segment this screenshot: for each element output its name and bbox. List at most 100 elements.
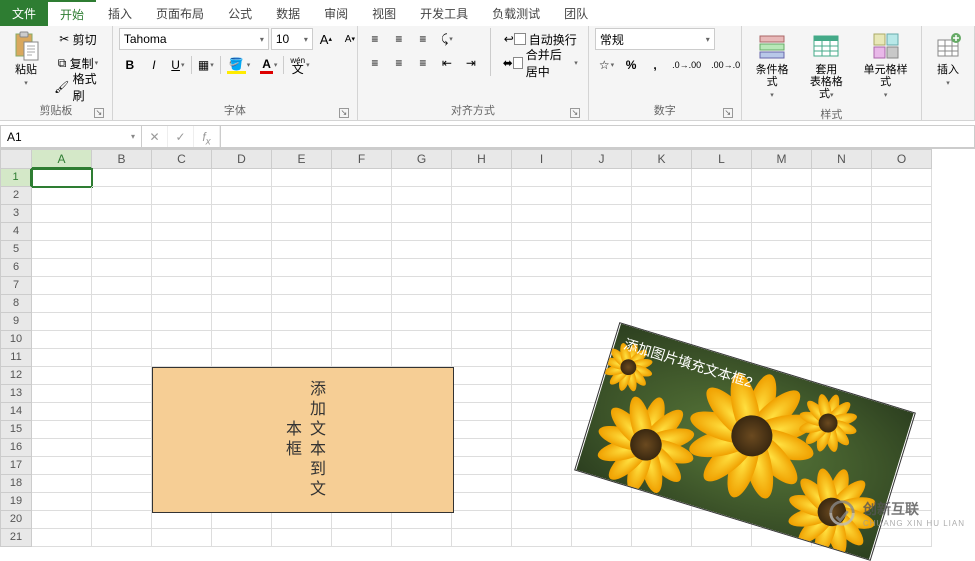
align-center-button[interactable]: ≡ bbox=[388, 52, 410, 74]
cell[interactable] bbox=[332, 511, 392, 529]
tab-view[interactable]: 视图 bbox=[360, 0, 408, 26]
cell[interactable] bbox=[212, 529, 272, 547]
cell[interactable] bbox=[152, 259, 212, 277]
cell[interactable] bbox=[452, 511, 512, 529]
cell[interactable] bbox=[872, 295, 932, 313]
clipboard-launcher[interactable]: ↘ bbox=[94, 108, 104, 118]
cell[interactable] bbox=[152, 331, 212, 349]
fx-button[interactable]: fx bbox=[194, 126, 220, 147]
cell[interactable] bbox=[512, 277, 572, 295]
col-header-F[interactable]: F bbox=[332, 149, 392, 169]
row-header-17[interactable]: 17 bbox=[0, 457, 32, 475]
increase-indent-button[interactable]: ⇥ bbox=[460, 52, 482, 74]
cell[interactable] bbox=[392, 511, 452, 529]
select-all-corner[interactable] bbox=[0, 149, 32, 169]
font-launcher[interactable]: ↘ bbox=[339, 108, 349, 118]
cell[interactable] bbox=[812, 331, 872, 349]
cell[interactable] bbox=[392, 205, 452, 223]
cell[interactable] bbox=[872, 223, 932, 241]
cell[interactable] bbox=[512, 439, 572, 457]
cell[interactable] bbox=[212, 349, 272, 367]
row-header-14[interactable]: 14 bbox=[0, 403, 32, 421]
tab-home[interactable]: 开始 bbox=[48, 0, 96, 26]
cell[interactable] bbox=[632, 223, 692, 241]
cell[interactable] bbox=[272, 223, 332, 241]
cell[interactable] bbox=[512, 493, 572, 511]
cell[interactable] bbox=[632, 511, 692, 529]
cell[interactable] bbox=[92, 331, 152, 349]
cell[interactable] bbox=[212, 331, 272, 349]
cell[interactable] bbox=[752, 205, 812, 223]
border-button[interactable]: ▦▾ bbox=[194, 54, 218, 76]
cell[interactable] bbox=[572, 511, 632, 529]
tab-insert[interactable]: 插入 bbox=[96, 0, 144, 26]
tab-formula[interactable]: 公式 bbox=[216, 0, 264, 26]
cell[interactable] bbox=[512, 313, 572, 331]
format-painter-button[interactable]: 🖌 格式刷 bbox=[50, 76, 106, 98]
row-header-3[interactable]: 3 bbox=[0, 205, 32, 223]
cell[interactable] bbox=[872, 385, 932, 403]
increase-font-button[interactable]: A▴ bbox=[315, 28, 337, 50]
cell[interactable] bbox=[512, 223, 572, 241]
cell[interactable] bbox=[92, 169, 152, 187]
cell[interactable] bbox=[512, 331, 572, 349]
cell[interactable] bbox=[812, 277, 872, 295]
cell[interactable] bbox=[452, 313, 512, 331]
cell[interactable] bbox=[692, 187, 752, 205]
cell[interactable] bbox=[572, 259, 632, 277]
cell[interactable] bbox=[452, 385, 512, 403]
col-header-H[interactable]: H bbox=[452, 149, 512, 169]
cell[interactable] bbox=[512, 295, 572, 313]
cell[interactable] bbox=[692, 277, 752, 295]
cell[interactable] bbox=[452, 331, 512, 349]
align-top-button[interactable]: ≡ bbox=[364, 28, 386, 50]
cell[interactable] bbox=[92, 421, 152, 439]
cell[interactable] bbox=[32, 475, 92, 493]
cell[interactable] bbox=[32, 421, 92, 439]
cell[interactable] bbox=[32, 259, 92, 277]
italic-button[interactable]: I bbox=[143, 54, 165, 76]
cell[interactable] bbox=[92, 457, 152, 475]
tab-dev-tools[interactable]: 开发工具 bbox=[408, 0, 480, 26]
cell[interactable] bbox=[512, 205, 572, 223]
cell[interactable] bbox=[92, 295, 152, 313]
cell[interactable] bbox=[332, 277, 392, 295]
percent-button[interactable]: % bbox=[620, 54, 642, 76]
cell[interactable] bbox=[332, 241, 392, 259]
number-launcher[interactable]: ↘ bbox=[723, 108, 733, 118]
cell[interactable] bbox=[512, 367, 572, 385]
cell[interactable] bbox=[752, 241, 812, 259]
cell[interactable] bbox=[752, 223, 812, 241]
cell[interactable] bbox=[212, 511, 272, 529]
cell[interactable] bbox=[212, 187, 272, 205]
cell[interactable] bbox=[572, 187, 632, 205]
cell[interactable] bbox=[332, 187, 392, 205]
row-header-1[interactable]: 1 bbox=[0, 169, 32, 187]
cell[interactable] bbox=[392, 295, 452, 313]
cell[interactable] bbox=[272, 169, 332, 187]
align-bottom-button[interactable]: ≡ bbox=[412, 28, 434, 50]
cell[interactable] bbox=[392, 187, 452, 205]
cell[interactable] bbox=[332, 349, 392, 367]
format-as-table-button[interactable]: 套用表格格式▾ bbox=[800, 28, 852, 104]
cell[interactable] bbox=[392, 313, 452, 331]
cell[interactable] bbox=[332, 223, 392, 241]
currency-button[interactable]: ☆▾ bbox=[595, 54, 618, 76]
cell[interactable] bbox=[32, 349, 92, 367]
cell[interactable] bbox=[452, 403, 512, 421]
cell[interactable] bbox=[332, 313, 392, 331]
cell[interactable] bbox=[692, 205, 752, 223]
tab-review[interactable]: 审阅 bbox=[312, 0, 360, 26]
cell[interactable] bbox=[212, 223, 272, 241]
enter-formula-button[interactable]: ✓ bbox=[168, 126, 194, 147]
cell[interactable] bbox=[512, 385, 572, 403]
col-header-A[interactable]: A bbox=[32, 149, 92, 169]
number-format-combo[interactable]: 常规▾ bbox=[595, 28, 715, 50]
cell[interactable] bbox=[392, 331, 452, 349]
col-header-L[interactable]: L bbox=[692, 149, 752, 169]
cell[interactable] bbox=[872, 169, 932, 187]
cell[interactable] bbox=[812, 187, 872, 205]
cell[interactable] bbox=[632, 241, 692, 259]
row-header-11[interactable]: 11 bbox=[0, 349, 32, 367]
orientation-button[interactable]: ⤹▾ bbox=[436, 28, 458, 50]
